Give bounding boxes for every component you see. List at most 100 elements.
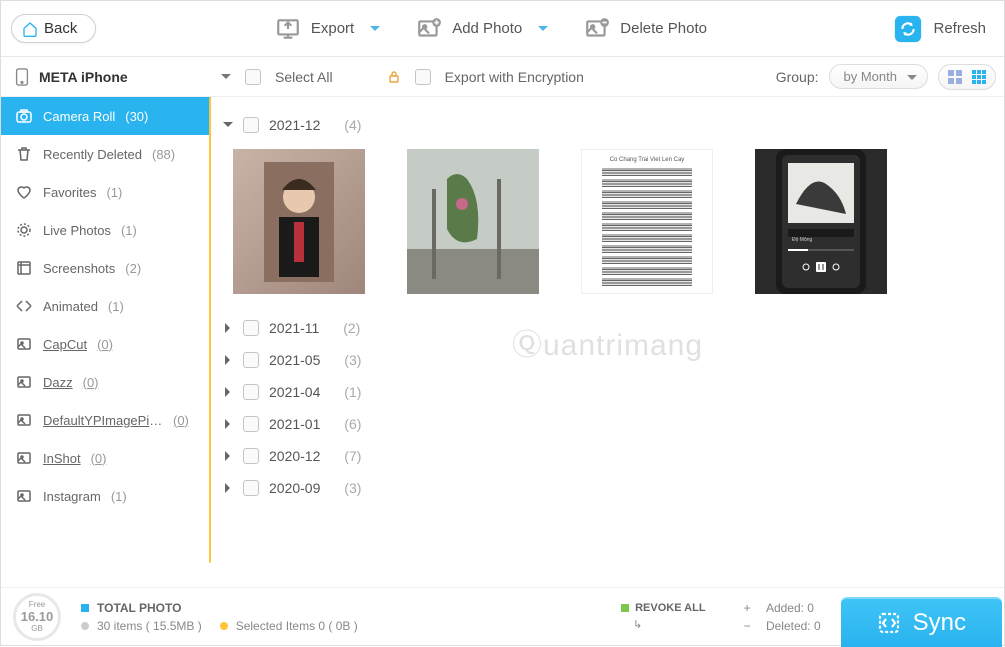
- album-icon: [15, 487, 33, 505]
- encrypt-label: Export with Encryption: [445, 69, 584, 85]
- photo-group-2020-12: 2020-12 (7): [219, 440, 996, 472]
- back-label: Back: [44, 20, 77, 37]
- chevron-down-icon: [907, 73, 917, 83]
- main-toolbar: Back Export Add Photo Delete Photo Refre…: [1, 1, 1004, 57]
- sidebar-item-favorites[interactable]: Favorites (1): [1, 173, 211, 211]
- encrypt-checkbox[interactable]: [415, 69, 431, 85]
- chevron-down-icon[interactable]: [223, 120, 233, 130]
- revoke-all-label[interactable]: REVOKE ALL: [635, 602, 706, 614]
- sync-button[interactable]: Sync: [841, 597, 1002, 647]
- square-icon: [621, 604, 629, 612]
- view-large-grid-button[interactable]: [945, 67, 965, 87]
- photo-thumbnail[interactable]: Co Chang Trai Viet Len Cay: [581, 149, 713, 294]
- sidebar-item-count: (1): [111, 489, 127, 504]
- photo-thumbnail[interactable]: [233, 149, 365, 294]
- trash-icon: [15, 145, 33, 163]
- group-count: (6): [344, 416, 361, 432]
- group-select[interactable]: by Month: [829, 64, 928, 89]
- sync-label: Sync: [913, 609, 966, 637]
- storage-value: 16.10: [21, 609, 54, 624]
- added-count: Added: 0: [766, 601, 814, 615]
- chevron-right-icon[interactable]: [223, 483, 233, 493]
- chevron-right-icon[interactable]: [223, 355, 233, 365]
- chevron-down-icon[interactable]: [538, 24, 548, 34]
- group-label: Group:: [776, 69, 819, 85]
- photo-group-2021-01: 2021-01 (6): [219, 408, 996, 440]
- sidebar-item-count: (2): [125, 261, 141, 276]
- group-label: 2021-01: [269, 416, 320, 432]
- arrow-sub-icon: ↳: [633, 618, 642, 631]
- group-checkbox[interactable]: [243, 416, 259, 432]
- group-checkbox[interactable]: [243, 352, 259, 368]
- sync-icon: [877, 611, 901, 635]
- group-checkbox[interactable]: [243, 384, 259, 400]
- plus-icon: +: [744, 601, 751, 615]
- sidebar-item-count: (1): [121, 223, 137, 238]
- sidebar-item-label: Recently Deleted: [43, 147, 142, 162]
- photo-thumbnail[interactable]: Độ Mộng: [755, 149, 887, 294]
- chevron-right-icon[interactable]: [223, 387, 233, 397]
- back-button[interactable]: Back: [11, 14, 96, 43]
- export-label: Export: [311, 20, 354, 37]
- album-icon: [15, 373, 33, 391]
- photo-thumbnail[interactable]: [407, 149, 539, 294]
- sidebar-item-capcut[interactable]: CapCut (0): [1, 325, 211, 363]
- chevron-down-icon[interactable]: [370, 24, 380, 34]
- delete-photo-label: Delete Photo: [620, 20, 707, 37]
- storage-free-label: Free: [29, 600, 45, 609]
- total-photo-label: TOTAL PHOTO: [97, 601, 181, 615]
- view-toggle: [938, 64, 996, 90]
- refresh-icon: [893, 14, 923, 44]
- export-button[interactable]: Export: [267, 12, 388, 46]
- sidebar-item-count: (0): [97, 337, 113, 352]
- device-header[interactable]: META iPhone: [1, 68, 211, 86]
- sidebar-item-camera-roll[interactable]: Camera Roll (30): [1, 97, 211, 135]
- group-label: 2021-04: [269, 384, 320, 400]
- sidebar-item-count: (0): [91, 451, 107, 466]
- svg-text:Độ Mộng: Độ Mộng: [792, 237, 813, 243]
- delete-photo-button[interactable]: Delete Photo: [576, 12, 715, 46]
- animated-icon: [15, 297, 33, 315]
- sidebar-item-inshot[interactable]: InShot (0): [1, 439, 211, 477]
- sidebar-item-screenshots[interactable]: Screenshots (2): [1, 249, 211, 287]
- refresh-label: Refresh: [933, 20, 986, 37]
- select-all-checkbox[interactable]: [245, 69, 261, 85]
- storage-indicator: Free 16.10 GB: [13, 593, 61, 641]
- view-small-grid-button[interactable]: [969, 67, 989, 87]
- group-count: (7): [344, 448, 361, 464]
- sidebar-item-instagram[interactable]: Instagram (1): [1, 477, 211, 515]
- group-label: 2020-09: [269, 480, 320, 496]
- chevron-right-icon[interactable]: [223, 419, 233, 429]
- sidebar-item-label: Live Photos: [43, 223, 111, 238]
- sidebar-item-animated[interactable]: Animated (1): [1, 287, 211, 325]
- add-photo-label: Add Photo: [452, 20, 522, 37]
- lock-icon: [387, 70, 401, 84]
- sidebar-item-defaultypimagepic-[interactable]: DefaultYPImagePic... (0): [1, 401, 211, 439]
- filter-bar: META iPhone Select All Export with Encry…: [1, 57, 1004, 97]
- add-photo-button[interactable]: Add Photo: [408, 12, 556, 46]
- sidebar-item-live-photos[interactable]: Live Photos (1): [1, 211, 211, 249]
- chevron-right-icon[interactable]: [223, 451, 233, 461]
- sidebar-item-label: Screenshots: [43, 261, 115, 276]
- camera-icon: [15, 107, 33, 125]
- chevron-down-icon[interactable]: [221, 72, 231, 82]
- dot-icon: [81, 622, 89, 630]
- group-checkbox[interactable]: [243, 448, 259, 464]
- sidebar-item-count: (1): [106, 185, 122, 200]
- sidebar-item-label: Camera Roll: [43, 109, 115, 124]
- group-checkbox[interactable]: [243, 480, 259, 496]
- photo-content: Ⓠuantrimang 2021-12 (4)Co Chang Trai Vie…: [211, 97, 1004, 587]
- group-checkbox[interactable]: [243, 320, 259, 336]
- dot-icon: [220, 622, 228, 630]
- refresh-button[interactable]: Refresh: [885, 10, 994, 48]
- sidebar-item-dazz[interactable]: Dazz (0): [1, 363, 211, 401]
- sidebar-item-count: (30): [125, 109, 148, 124]
- sidebar-item-count: (88): [152, 147, 175, 162]
- album-icon: [15, 449, 33, 467]
- delete-photo-icon: [584, 16, 610, 42]
- group-checkbox[interactable]: [243, 117, 259, 133]
- chevron-right-icon[interactable]: [223, 323, 233, 333]
- group-count: (3): [344, 480, 361, 496]
- sidebar-item-count: (0): [83, 375, 99, 390]
- sidebar-item-recently-deleted[interactable]: Recently Deleted (88): [1, 135, 211, 173]
